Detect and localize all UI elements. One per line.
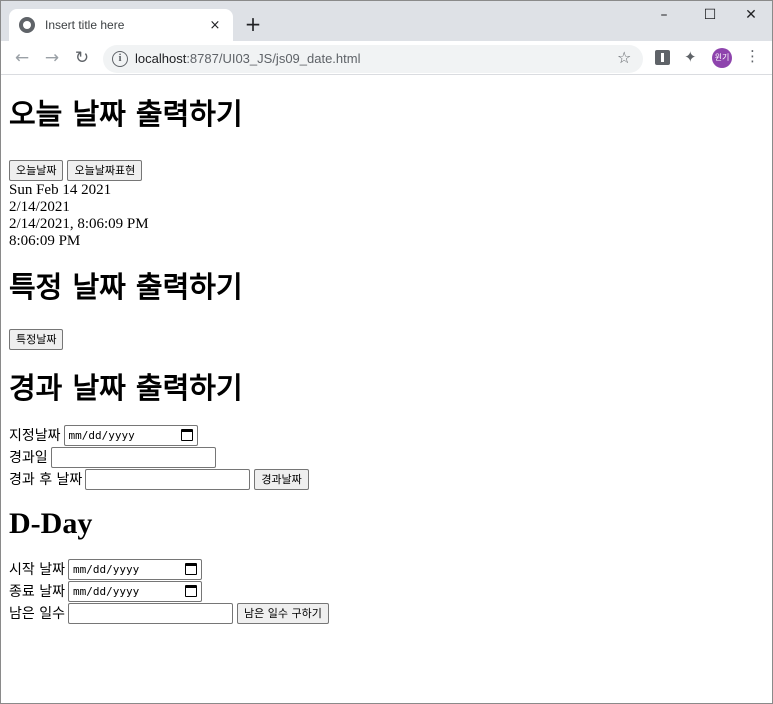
remaining-days-input[interactable]: [67, 602, 233, 624]
calendar-icon[interactable]: [180, 429, 193, 441]
today-button[interactable]: 오늘날짜: [9, 160, 64, 181]
tab-strip: Insert title here × + – ☐ ✕: [1, 1, 772, 41]
info-icon[interactable]: i: [112, 51, 128, 67]
end-date-input[interactable]: mm/dd/yyyy: [67, 580, 202, 602]
reload-icon[interactable]: ↻: [70, 46, 94, 70]
date-placeholder: mm/dd/yyyy: [72, 562, 140, 576]
forward-icon[interactable]: →: [40, 46, 64, 70]
after-date-input[interactable]: [85, 468, 251, 490]
output-line: 2/14/2021: [9, 199, 70, 215]
tab-title: Insert title here: [45, 18, 125, 32]
elapsed-date-button[interactable]: 경과날짜: [254, 468, 309, 490]
back-icon[interactable]: ←: [10, 46, 34, 70]
tab-active[interactable]: Insert title here ×: [9, 9, 233, 41]
extension-icon[interactable]: [655, 50, 670, 65]
label-after-date: 경과 후 날짜: [9, 472, 83, 488]
minimize-button[interactable]: –: [641, 1, 687, 31]
browser-toolbar: ← → ↻ i localhost:8787/UI03_JS/js09_date…: [1, 41, 772, 75]
label-elapsed-days: 경과일: [9, 450, 48, 466]
address-bar[interactable]: i localhost:8787/UI03_JS/js09_date.html …: [103, 45, 643, 73]
output-line: 8:06:09 PM: [9, 233, 81, 249]
globe-icon: [19, 17, 35, 33]
elapsed-days-input[interactable]: [50, 446, 216, 468]
output-line: 2/14/2021, 8:06:09 PM: [9, 216, 149, 232]
heading-elapsed: 경과 날짜 출력하기: [9, 371, 243, 405]
url-text[interactable]: localhost:8787/UI03_JS/js09_date.html: [135, 51, 360, 66]
heading-dday: D-Day: [9, 507, 93, 540]
menu-icon[interactable]: ⋮: [745, 47, 760, 65]
browser-window: Insert title here × + – ☐ ✕ ← → ↻ i loca…: [0, 0, 773, 704]
label-start-date: 시작 날짜: [9, 562, 65, 578]
today-express-button[interactable]: 오늘날짜표현: [67, 160, 143, 181]
label-remaining-days: 남은 일수: [9, 606, 65, 622]
heading-today: 오늘 날짜 출력하기: [9, 97, 243, 131]
new-tab-button[interactable]: +: [243, 12, 263, 36]
close-tab-icon[interactable]: ×: [207, 18, 223, 33]
page-content: 오늘 날짜 출력하기 오늘날짜 오늘날짜표현 Sun Feb 14 2021 2…: [1, 76, 772, 703]
maximize-button[interactable]: ☐: [687, 1, 733, 31]
specific-date-button[interactable]: 특정날짜: [9, 329, 64, 350]
star-icon[interactable]: ☆: [617, 48, 631, 67]
puzzle-icon[interactable]: ✦: [684, 48, 699, 66]
date-placeholder: mm/dd/yyyy: [72, 584, 140, 598]
close-window-button[interactable]: ✕: [728, 1, 772, 31]
avatar[interactable]: 윈기: [712, 48, 732, 68]
designated-date-input[interactable]: mm/dd/yyyy: [63, 424, 198, 446]
output-line: Sun Feb 14 2021: [9, 182, 112, 198]
label-designated-date: 지정날짜: [9, 428, 61, 444]
label-end-date: 종료 날짜: [9, 584, 65, 600]
remaining-days-button[interactable]: 남은 일수 구하기: [236, 602, 329, 624]
start-date-input[interactable]: mm/dd/yyyy: [67, 558, 202, 580]
date-placeholder: mm/dd/yyyy: [68, 428, 135, 442]
calendar-icon[interactable]: [184, 563, 197, 575]
heading-specific: 특정 날짜 출력하기: [9, 270, 243, 304]
calendar-icon[interactable]: [184, 585, 197, 597]
